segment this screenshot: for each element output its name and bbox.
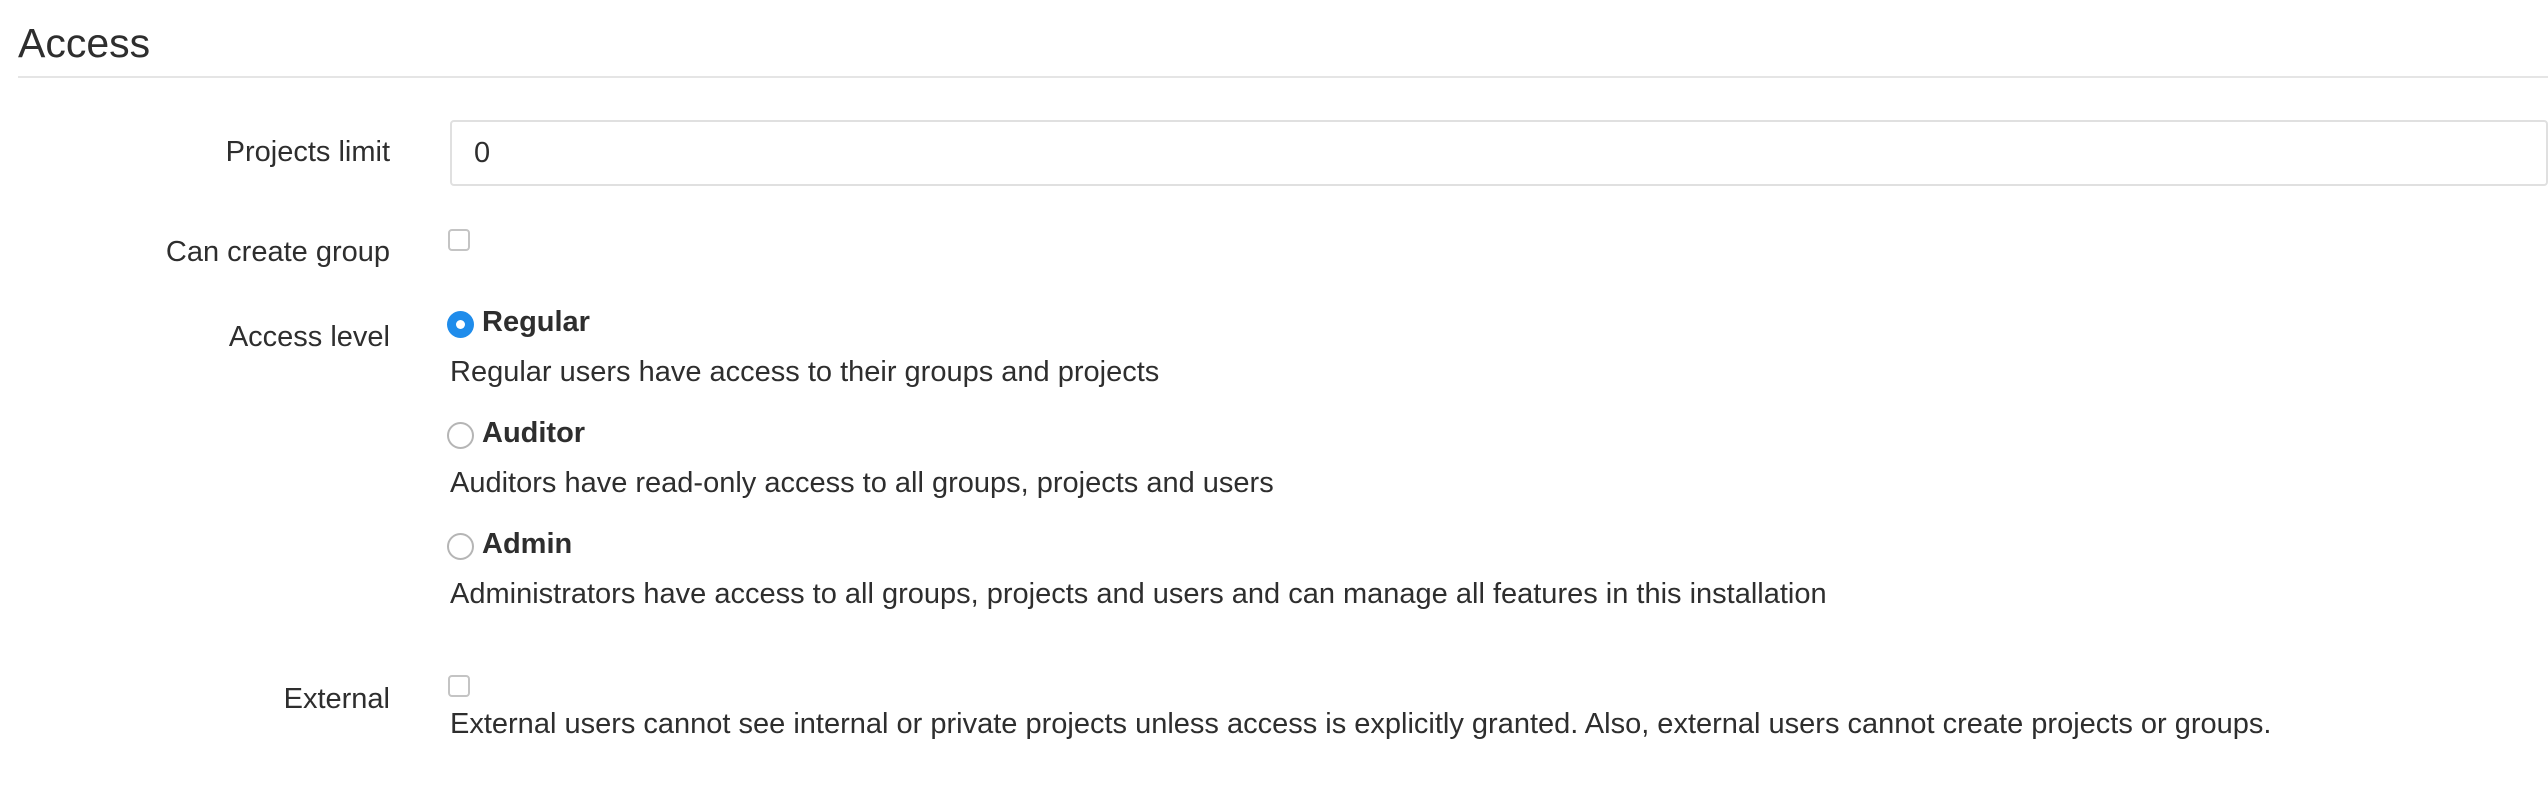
projects-limit-input[interactable] [450,120,2548,186]
can-create-group-checkbox[interactable] [448,229,470,251]
access-settings-form: Access Projects limit Can create group A… [0,0,2548,796]
access-level-auditor-label[interactable]: Auditor [482,417,585,450]
access-level-admin-radio[interactable] [447,533,474,560]
external-label: External [283,683,390,715]
projects-limit-label: Projects limit [225,136,390,168]
access-level-admin-description: Administrators have access to all groups… [450,578,1827,610]
external-checkbox[interactable] [448,675,470,697]
external-description: External users cannot see internal or pr… [450,708,2272,740]
access-level-auditor-radio[interactable] [447,422,474,449]
access-level-admin-label[interactable]: Admin [482,528,572,561]
access-level-regular-label[interactable]: Regular [482,306,590,339]
access-level-regular-description: Regular users have access to their group… [450,356,1160,388]
section-divider [18,76,2548,78]
access-level-auditor-description: Auditors have read-only access to all gr… [450,467,1274,499]
access-level-regular-radio[interactable] [447,311,474,338]
section-title: Access [18,20,151,66]
can-create-group-label: Can create group [165,236,390,268]
access-level-label: Access level [228,321,390,353]
